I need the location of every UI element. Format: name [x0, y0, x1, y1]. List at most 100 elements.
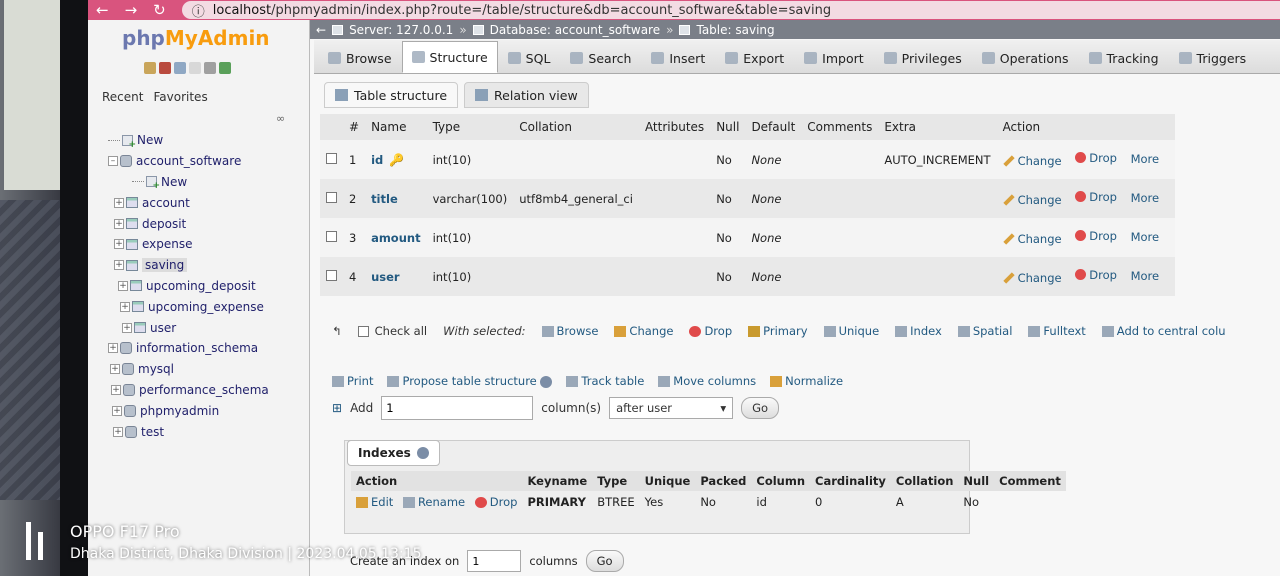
breadcrumb-table[interactable]: Table: saving — [696, 23, 774, 37]
tab-triggers[interactable]: Triggers — [1169, 43, 1257, 73]
row-checkbox[interactable] — [326, 152, 337, 164]
indexes-legend[interactable]: Indexes — [347, 440, 440, 466]
tab-insert[interactable]: Insert — [641, 43, 715, 73]
more-button[interactable]: More — [1131, 152, 1160, 166]
breadcrumb-server[interactable]: Server: 127.0.0.1 — [349, 23, 453, 37]
tab-tracking[interactable]: Tracking — [1079, 43, 1169, 73]
bulk-browse-button[interactable]: Browse — [541, 324, 598, 338]
drop-button[interactable]: Drop — [1075, 151, 1117, 165]
tab-structure[interactable]: Structure — [401, 41, 498, 73]
tree-db-performance-schema[interactable]: + performance_schema — [108, 380, 269, 401]
change-button[interactable]: Change — [1002, 232, 1062, 246]
drop-button[interactable]: Drop — [1075, 190, 1117, 204]
expand-icon[interactable]: + — [122, 322, 132, 333]
propose-structure-link[interactable]: Propose table structure — [387, 374, 553, 388]
tree-table-upcoming-expense[interactable]: + upcoming_expense — [108, 296, 269, 317]
row-checkbox[interactable] — [326, 191, 337, 203]
tree-new-database[interactable]: New — [108, 130, 269, 151]
header-name[interactable]: Name — [365, 114, 427, 140]
expand-icon[interactable]: + — [110, 364, 120, 375]
change-button[interactable]: Change — [1002, 193, 1062, 207]
tab-favorites[interactable]: Favorites — [153, 90, 207, 104]
index-edit-button[interactable]: Edit — [356, 495, 393, 509]
bulk-unique-button[interactable]: Unique — [823, 324, 879, 338]
tab-operations[interactable]: Operations — [972, 43, 1079, 73]
index-column-count-input[interactable] — [467, 550, 522, 572]
docs-icon[interactable] — [189, 62, 201, 74]
tab-recent[interactable]: Recent — [102, 90, 143, 104]
expand-icon[interactable]: + — [120, 301, 130, 312]
add-column-count-input[interactable] — [381, 396, 534, 420]
phpmyadmin-logo[interactable]: phpMyAdmin — [122, 26, 270, 50]
bulk-fulltext-button[interactable]: Fulltext — [1028, 324, 1086, 338]
reload-nav-icon[interactable] — [219, 62, 231, 74]
bulk-central-columns-button[interactable]: Add to central colu — [1101, 324, 1226, 338]
subtab-table-structure[interactable]: Table structure — [324, 82, 459, 108]
tree-new-table[interactable]: New — [108, 172, 269, 193]
row-checkbox[interactable] — [326, 230, 337, 242]
expand-icon[interactable]: + — [112, 405, 122, 416]
expand-icon[interactable]: + — [111, 384, 121, 395]
collapse-arrow-icon[interactable]: ← — [316, 23, 326, 37]
change-button[interactable]: Change — [1002, 271, 1062, 285]
breadcrumb-database[interactable]: Database: account_software — [490, 23, 660, 37]
create-index-go-button[interactable]: Go — [585, 550, 624, 572]
info-icon[interactable]: ⓘ — [192, 1, 205, 20]
bulk-change-button[interactable]: Change — [614, 324, 673, 338]
move-columns-link[interactable]: Move columns — [658, 374, 756, 388]
drop-button[interactable]: Drop — [1075, 268, 1117, 282]
bulk-spatial-button[interactable]: Spatial — [957, 324, 1012, 338]
logout-icon[interactable] — [159, 62, 171, 74]
subtab-relation-view[interactable]: Relation view — [464, 82, 589, 108]
collapse-icon[interactable]: – — [108, 156, 118, 167]
more-button[interactable]: More — [1131, 230, 1160, 244]
expand-icon[interactable]: + — [114, 218, 124, 229]
more-button[interactable]: More — [1131, 269, 1160, 283]
home-icon[interactable] — [144, 62, 156, 74]
add-columns-go-button[interactable]: Go — [741, 397, 780, 419]
tree-db-phpmyadmin[interactable]: + phpmyadmin — [108, 400, 269, 421]
drop-button[interactable]: Drop — [1075, 229, 1117, 243]
expand-icon[interactable]: + — [108, 343, 118, 354]
tree-table-upcoming-deposit[interactable]: + upcoming_deposit — [108, 276, 269, 297]
help-icon[interactable] — [416, 447, 429, 459]
reload-icon[interactable]: ↻ — [153, 1, 166, 19]
tab-browse[interactable]: Browse — [318, 43, 402, 73]
bulk-index-button[interactable]: Index — [895, 324, 942, 338]
tree-db-information-schema[interactable]: + information_schema — [108, 338, 269, 359]
track-table-link[interactable]: Track table — [566, 374, 644, 388]
index-drop-button[interactable]: Drop — [474, 495, 517, 509]
row-checkbox[interactable] — [326, 269, 337, 281]
tree-table-expense[interactable]: + expense — [108, 234, 269, 255]
expand-icon[interactable]: + — [114, 239, 124, 250]
change-button[interactable]: Change — [1002, 154, 1062, 168]
index-rename-button[interactable]: Rename — [402, 495, 465, 509]
address-bar[interactable]: ⓘ localhost /phpmyadmin/index.php?route=… — [181, 1, 1280, 20]
tree-table-saving[interactable]: + saving — [108, 255, 269, 276]
tree-table-account[interactable]: + account — [108, 192, 269, 213]
check-all[interactable]: Check all — [357, 324, 427, 338]
print-link[interactable]: Print — [332, 374, 373, 388]
tab-privileges[interactable]: Privileges — [874, 43, 972, 73]
expand-icon[interactable]: + — [114, 260, 124, 271]
normalize-link[interactable]: Normalize — [770, 374, 843, 388]
back-arrow-icon[interactable]: ← — [96, 1, 109, 19]
expand-icon[interactable]: + — [113, 426, 123, 437]
expand-icon[interactable]: + — [114, 197, 124, 208]
bulk-primary-button[interactable]: Primary — [748, 324, 808, 338]
forward-arrow-icon[interactable]: → — [125, 1, 138, 19]
tab-sql[interactable]: SQL — [498, 43, 561, 73]
settings-icon[interactable] — [204, 62, 216, 74]
tree-db-test[interactable]: + test — [108, 421, 269, 442]
tree-table-deposit[interactable]: + deposit — [108, 213, 269, 234]
help-icon[interactable] — [540, 375, 553, 388]
tab-search[interactable]: Search — [560, 43, 641, 73]
tab-export[interactable]: Export — [715, 43, 794, 73]
column-position-select[interactable]: after user ▾ — [609, 397, 734, 419]
tab-import[interactable]: Import — [794, 43, 874, 73]
expand-icon[interactable]: + — [118, 280, 128, 291]
help-icon[interactable] — [174, 62, 186, 74]
tree-db-account-software[interactable]: – account_software — [108, 151, 269, 172]
link-with-main-icon[interactable]: ∞ — [276, 112, 285, 125]
bulk-drop-button[interactable]: Drop — [689, 324, 732, 338]
